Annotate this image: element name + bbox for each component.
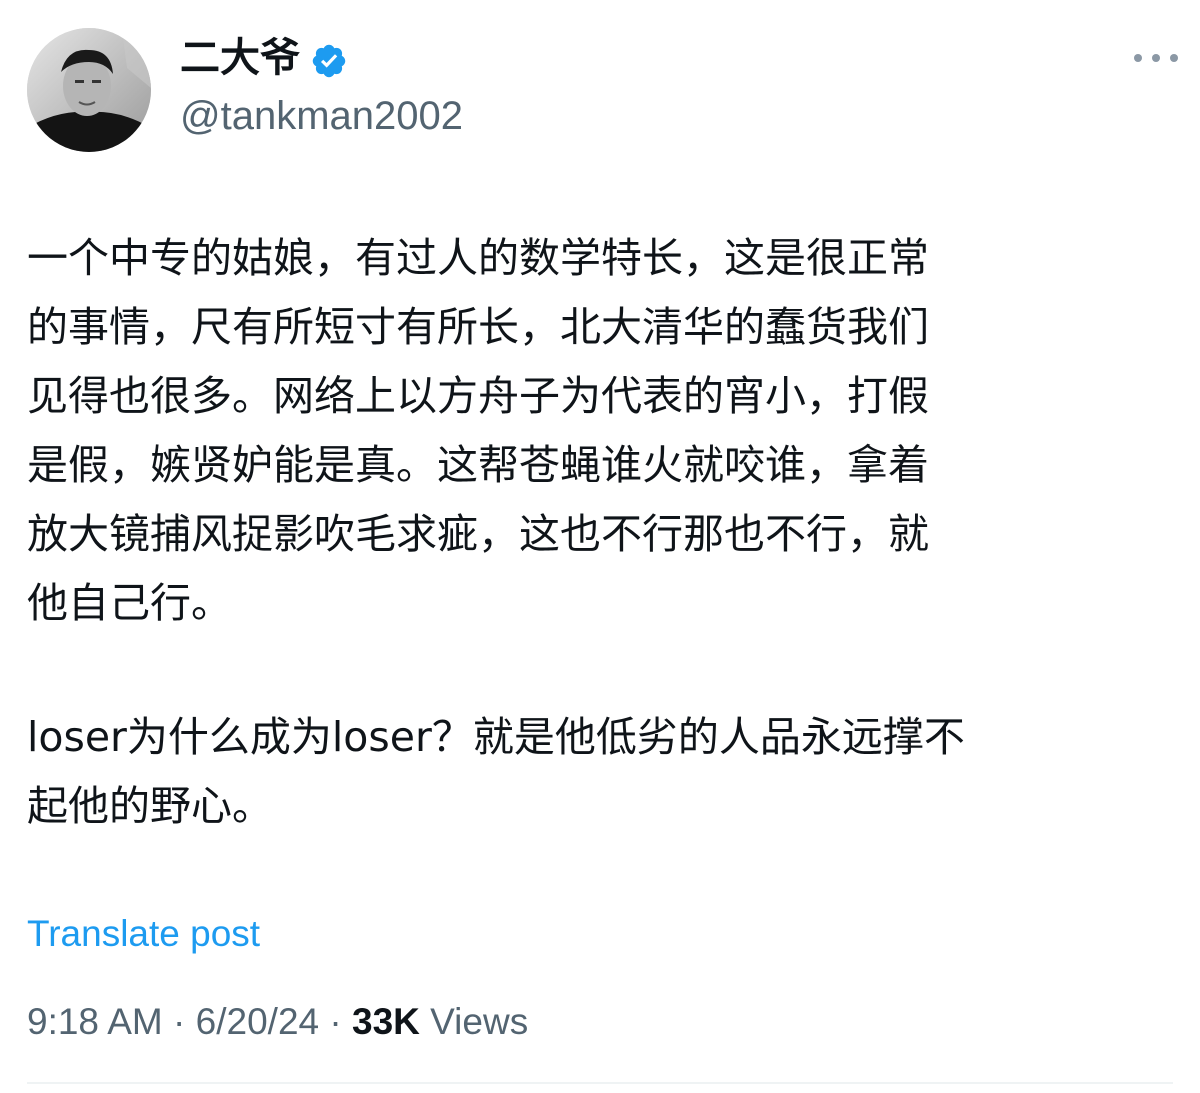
author-handle[interactable]: @tankman2002 xyxy=(180,88,463,144)
post-metadata: 9:18 AM · 6/20/24 · 33K Views xyxy=(27,996,528,1048)
avatar[interactable] xyxy=(27,28,151,152)
more-dot xyxy=(1170,54,1178,62)
meta-separator: · xyxy=(319,1001,352,1042)
more-options-icon[interactable] xyxy=(1134,44,1178,72)
author-display-name[interactable]: 二大爷 xyxy=(180,30,300,86)
author-display-name-row[interactable]: 二大爷 xyxy=(180,30,348,86)
views-count: 33K xyxy=(352,1001,420,1042)
views-label: Views xyxy=(419,1001,529,1042)
more-dot xyxy=(1152,54,1160,62)
post-time[interactable]: 9:18 AM xyxy=(27,1001,163,1042)
post-date[interactable]: 6/20/24 xyxy=(196,1001,319,1042)
verified-badge-icon[interactable] xyxy=(310,39,348,78)
post-paragraph-1: 一个中专的姑娘，有过人的数学特长，这是很正常 的事情，尺有所短寸有所长，北大清华… xyxy=(27,234,929,627)
avatar-photo xyxy=(27,28,151,152)
post-paragraph-2: loser为什么成为loser？就是他低劣的人品永远撑不 起他的野心。 xyxy=(27,713,965,830)
more-dot xyxy=(1134,54,1142,62)
meta-separator: · xyxy=(162,1001,196,1042)
translate-post-link[interactable]: Translate post xyxy=(27,908,260,960)
divider xyxy=(27,1082,1173,1084)
